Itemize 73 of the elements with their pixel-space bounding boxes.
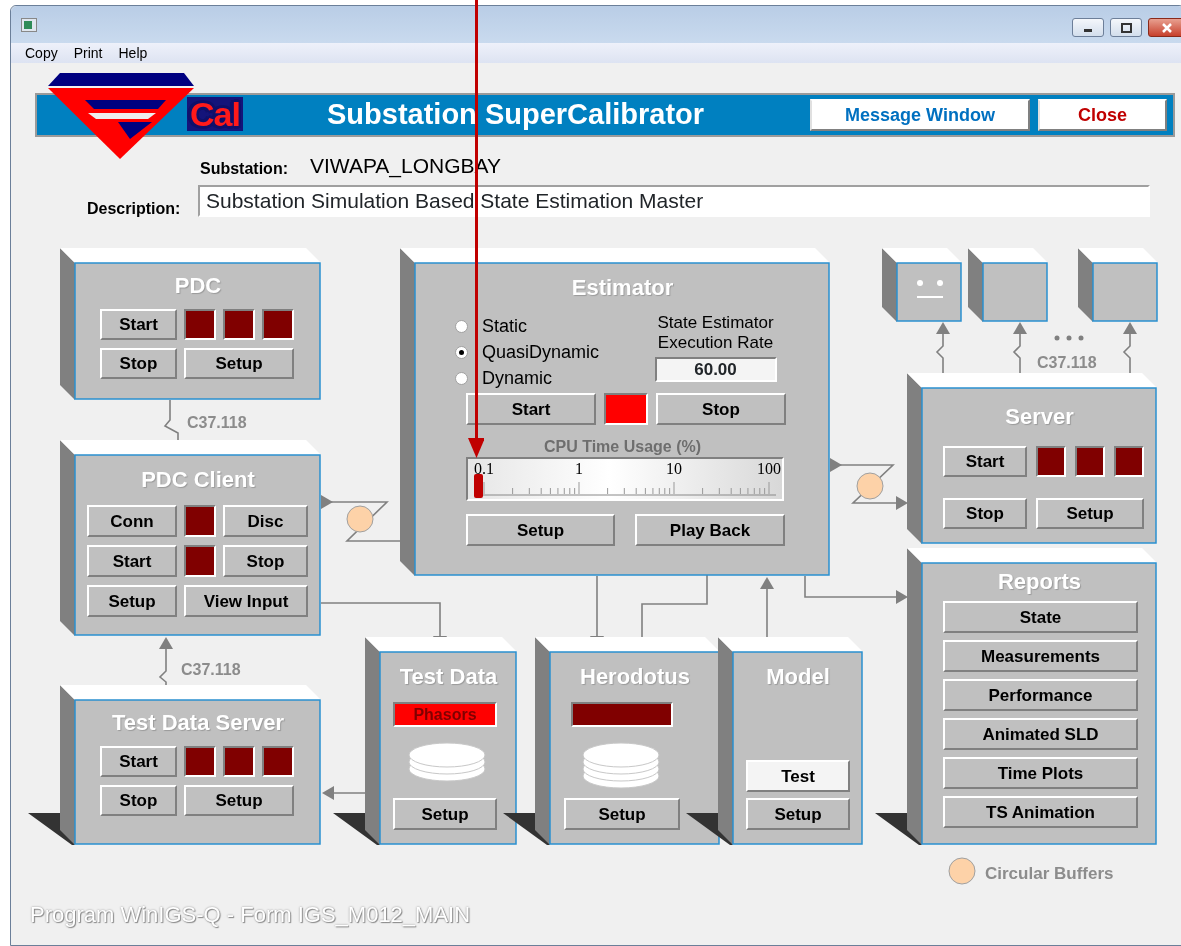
tick-label: 100 <box>757 461 781 477</box>
button[interactable]: View Input <box>184 585 308 617</box>
panel-title: PDC Client <box>141 469 255 491</box>
button[interactable]: Start <box>100 309 177 340</box>
rate-label: State Estimator Execution Rate <box>656 313 775 353</box>
button[interactable]: Stop <box>223 545 308 577</box>
button[interactable]: Setup <box>1036 498 1144 529</box>
button[interactable]: Conn <box>87 505 177 537</box>
tick-label: 0.1 <box>474 461 494 477</box>
header-button[interactable]: Message Window <box>810 99 1030 131</box>
menu-item[interactable]: Print <box>73 42 103 64</box>
button[interactable]: Setup <box>393 798 497 830</box>
buffer-icon <box>948 857 976 885</box>
button[interactable]: Stop <box>656 393 786 425</box>
tick-label: 1 <box>575 461 583 477</box>
maximize-icon[interactable] <box>1110 18 1142 37</box>
logo-text: Cal <box>187 97 243 131</box>
button[interactable]: Measurements <box>943 640 1138 672</box>
status-indicator: Phasors <box>393 702 497 727</box>
rate-field[interactable]: 60.00 <box>654 357 777 382</box>
minimize-icon[interactable] <box>1072 18 1104 37</box>
legend-label: Circular Buffers <box>985 863 1114 885</box>
app-title: Substation SuperCalibrator <box>327 97 705 133</box>
button[interactable]: Test <box>746 760 850 792</box>
button[interactable]: Start <box>100 746 177 777</box>
panel-title: Reports <box>997 571 1082 593</box>
close-icon[interactable] <box>1148 18 1181 37</box>
field-label: Description: <box>87 199 181 219</box>
panel-title: Estimator <box>571 277 674 299</box>
link-label: C37.118 <box>181 660 241 680</box>
panel-title: Test Data <box>399 666 498 688</box>
buffer-icon <box>346 505 374 533</box>
link-label: C37.118 <box>1037 353 1097 373</box>
panel-title: Server <box>1005 406 1074 428</box>
button[interactable]: Setup <box>746 798 850 830</box>
panel-title: Test Data Server <box>112 712 284 734</box>
tick-label: 10 <box>666 461 682 477</box>
button[interactable]: Setup <box>564 798 680 830</box>
button[interactable]: Setup <box>184 348 294 379</box>
button[interactable]: Play Back <box>635 514 785 546</box>
buffer-icon <box>856 472 884 500</box>
button[interactable]: Stop <box>100 785 177 816</box>
panel-title: Model <box>766 666 830 688</box>
button[interactable]: Performance <box>943 679 1138 711</box>
radio-label: Static <box>482 314 528 338</box>
field-label: Substation: <box>200 159 288 179</box>
button[interactable]: Animated SLD <box>943 718 1138 750</box>
button[interactable]: Time Plots <box>943 757 1138 789</box>
radio-label: QuasiDynamic <box>482 340 600 364</box>
button[interactable]: Stop <box>100 348 177 379</box>
radio-label: Dynamic <box>482 366 552 390</box>
app-icon <box>21 18 37 32</box>
button[interactable]: Setup <box>87 585 177 617</box>
footer-text: Program WinIGS-Q - Form IGS_M012_MAIN <box>30 901 471 930</box>
button[interactable]: TS Animation <box>943 796 1138 828</box>
button[interactable]: Start <box>943 446 1027 477</box>
panel-title: PDC <box>174 275 222 297</box>
button[interactable]: Setup <box>466 514 615 546</box>
ellipsis-icon <box>1054 335 1084 341</box>
description-field[interactable]: Substation Simulation Based State Estimation Master <box>198 185 1150 217</box>
button[interactable]: Start <box>466 393 596 425</box>
meter-title: CPU Time Usage (%) <box>543 438 702 455</box>
button[interactable]: Stop <box>943 498 1027 529</box>
button[interactable]: Disc <box>223 505 308 537</box>
menu-item[interactable]: Copy <box>25 42 58 64</box>
panel-title: Herodotus <box>580 666 690 688</box>
link-label: C37.118 <box>187 413 247 433</box>
button[interactable]: Start <box>87 545 177 577</box>
header-button[interactable]: Close <box>1038 99 1167 131</box>
menu-item[interactable]: Help <box>118 42 148 64</box>
button[interactable]: Setup <box>184 785 294 816</box>
face-icon <box>914 280 946 300</box>
button[interactable]: State <box>943 601 1138 633</box>
